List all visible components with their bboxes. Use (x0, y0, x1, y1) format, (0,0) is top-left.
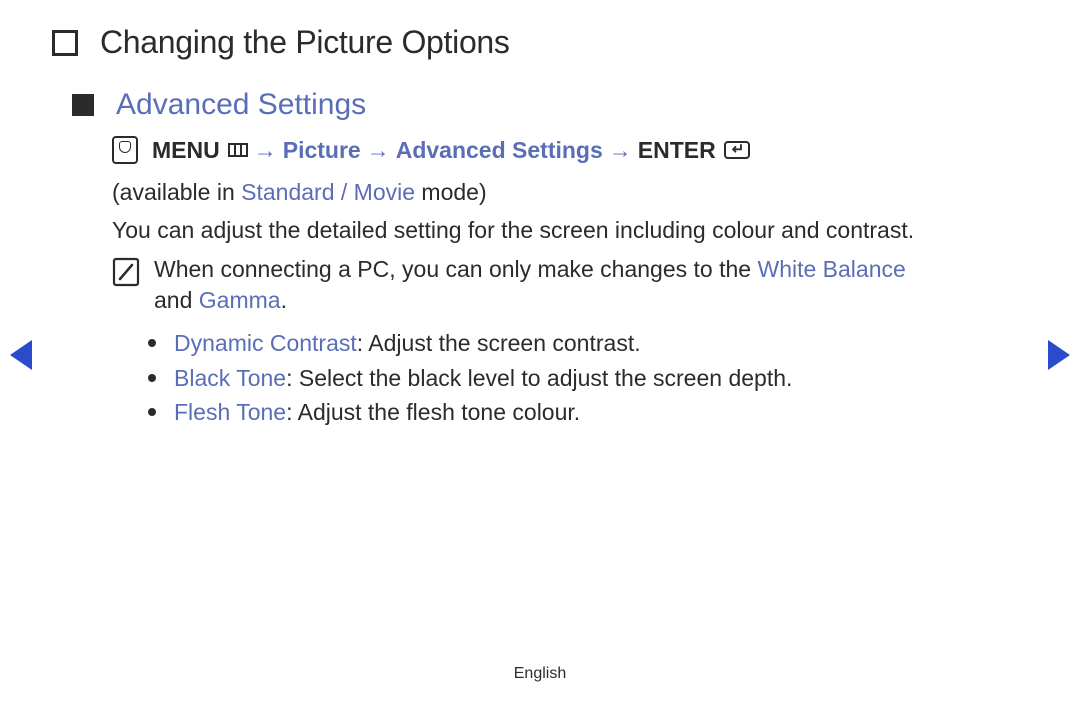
option-desc: : Adjust the screen contrast. (357, 330, 641, 356)
section-title: Advanced Settings (116, 88, 366, 122)
note-gamma: Gamma (199, 287, 281, 313)
option-desc: : Select the black level to adjust the s… (286, 365, 792, 391)
remote-icon (112, 136, 138, 164)
page-title-row: Changing the Picture Options (52, 24, 510, 61)
note-and: and (154, 287, 199, 313)
enter-button-icon (724, 141, 750, 159)
option-desc: : Adjust the flesh tone colour. (286, 399, 580, 425)
option-name: Dynamic Contrast (174, 330, 357, 356)
hollow-square-icon (52, 30, 78, 56)
breadcrumb-path: MENU → Picture → Advanced Settings → ENT… (112, 136, 1020, 164)
note-icon (112, 257, 140, 287)
note-white-balance: White Balance (757, 256, 905, 282)
note-part1: When connecting a PC, you can only make … (154, 256, 757, 282)
triangle-right-icon (1048, 340, 1070, 370)
nav-previous-button[interactable] (10, 340, 32, 370)
breadcrumb-advanced: Advanced Settings (396, 137, 603, 164)
menu-label: MENU (152, 137, 220, 164)
availability-text: (available in Standard / Movie mode) (112, 176, 1020, 208)
list-item: Black Tone: Select the black level to ad… (148, 361, 1020, 396)
section-title-row: Advanced Settings (72, 88, 366, 122)
footer-language: English (0, 665, 1080, 683)
note-text: When connecting a PC, you can only make … (154, 254, 906, 316)
enter-label: ENTER (638, 137, 716, 164)
note-row: When connecting a PC, you can only make … (112, 254, 1020, 316)
menu-button-icon (228, 143, 248, 157)
triangle-left-icon (10, 340, 32, 370)
arrow-separator: → (254, 137, 277, 164)
list-item: Dynamic Contrast: Adjust the screen cont… (148, 326, 1020, 361)
availability-prefix: (available in (112, 179, 241, 205)
filled-square-icon (72, 94, 94, 116)
option-name: Flesh Tone (174, 399, 286, 425)
options-list: Dynamic Contrast: Adjust the screen cont… (148, 326, 1020, 430)
arrow-separator: → (609, 137, 632, 164)
note-period: . (281, 287, 287, 313)
availability-mode: Standard / Movie (241, 179, 415, 205)
breadcrumb-picture: Picture (283, 137, 361, 164)
list-item: Flesh Tone: Adjust the flesh tone colour… (148, 395, 1020, 430)
arrow-separator: → (367, 137, 390, 164)
description-text: You can adjust the detailed setting for … (112, 214, 1020, 246)
nav-next-button[interactable] (1048, 340, 1070, 370)
page-title: Changing the Picture Options (100, 24, 510, 61)
availability-suffix: mode) (415, 179, 487, 205)
option-name: Black Tone (174, 365, 286, 391)
content-area: MENU → Picture → Advanced Settings → ENT… (112, 136, 1020, 430)
